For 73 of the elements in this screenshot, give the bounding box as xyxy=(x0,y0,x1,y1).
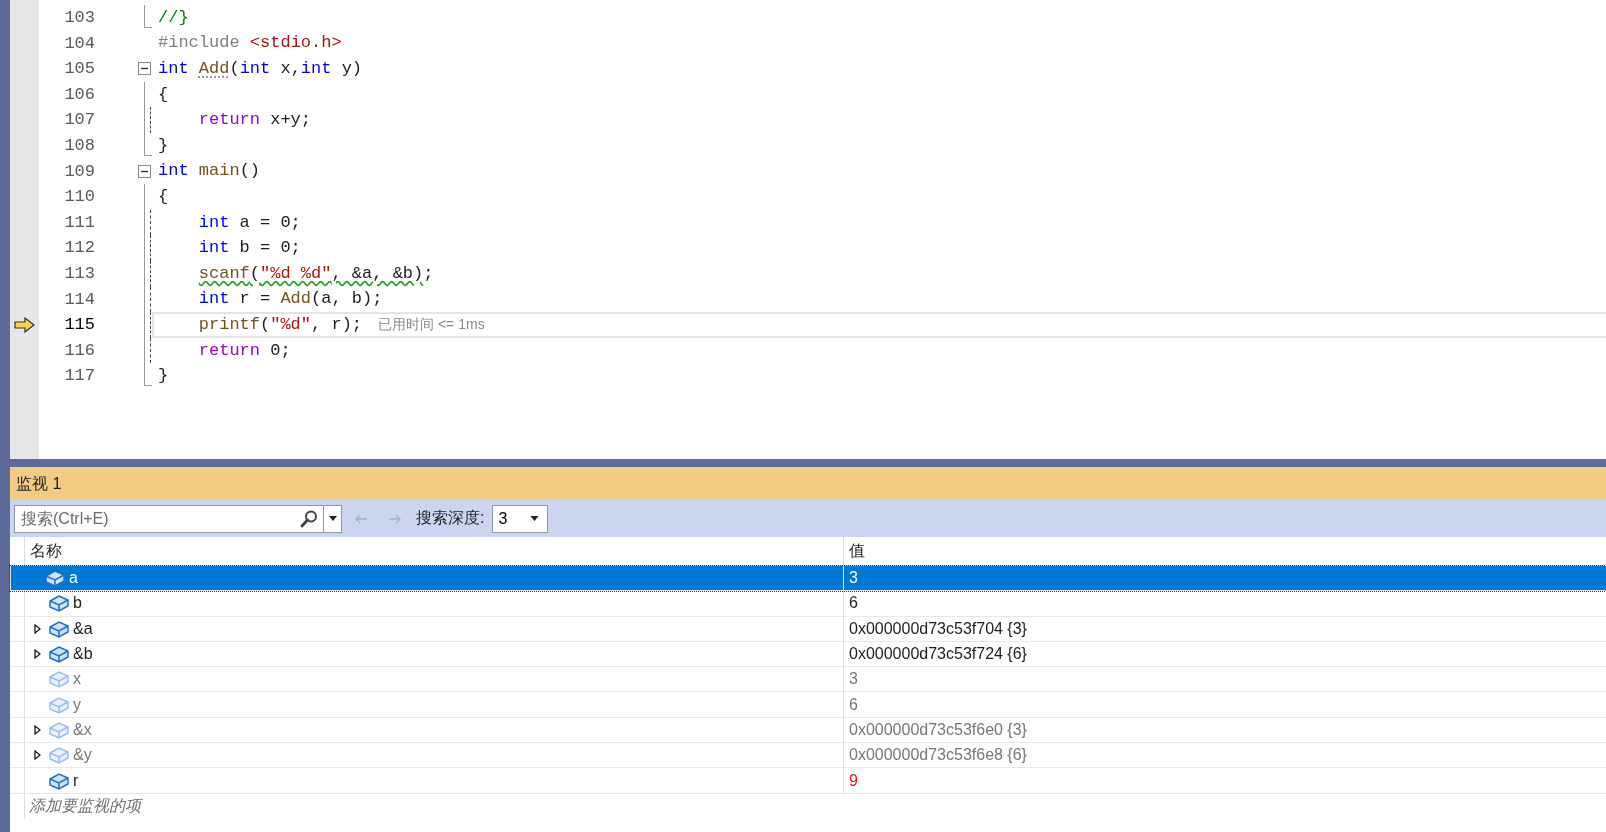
search-depth-dropdown[interactable]: 3 xyxy=(492,504,549,533)
line-number: 117 xyxy=(63,365,95,388)
variable-name: x xyxy=(73,670,81,689)
code-line: int a = 0; xyxy=(197,211,301,234)
code-line: #include <stdio.h> xyxy=(158,32,342,55)
line-number: 108 xyxy=(63,134,95,157)
search-depth-label: 搜索深度: xyxy=(416,508,485,528)
variable-name: &y xyxy=(73,746,92,765)
line-number: 105 xyxy=(63,58,95,81)
variable-value: 0x000000d73c53f724 {6} xyxy=(843,641,1606,667)
variable-value: 0x000000d73c53f6e8 {6} xyxy=(843,743,1606,768)
code-line: scanf("%d %d", &a, &b); xyxy=(197,262,434,285)
watch-row[interactable]: y 6 xyxy=(10,692,1606,718)
collapse-icon[interactable] xyxy=(138,62,151,76)
line-number: 110 xyxy=(63,186,95,209)
variable-value: 6 xyxy=(843,591,1606,616)
watch-row[interactable]: a 3 xyxy=(10,566,1606,592)
code-line: return x+y; xyxy=(197,109,312,132)
variable-name: a xyxy=(69,569,78,588)
watch-row[interactable]: &x 0x000000d73c53f6e0 {3} xyxy=(10,717,1606,744)
watch-row[interactable]: b 6 xyxy=(10,591,1606,617)
line-number: 111 xyxy=(63,211,95,234)
line-number: 106 xyxy=(63,83,95,106)
variable-name: r xyxy=(73,771,79,790)
line-number: 113 xyxy=(63,262,95,285)
variable-name: &x xyxy=(73,720,92,739)
code-line: int b = 0; xyxy=(197,237,301,260)
line-number: 114 xyxy=(63,288,95,311)
expand-icon[interactable] xyxy=(33,623,41,634)
line-number: 116 xyxy=(63,339,95,362)
code-line: int main() xyxy=(158,160,261,183)
watch-row[interactable]: &a 0x000000d73c53f704 {3} xyxy=(10,616,1606,642)
add-watch-placeholder[interactable]: 添加要监视的项 xyxy=(29,795,141,817)
variable-value: 0x000000d73c53f704 {3} xyxy=(843,616,1606,641)
variable-name: y xyxy=(73,695,81,714)
search-field[interactable]: 搜索(Ctrl+E) xyxy=(14,504,324,533)
watch-row[interactable]: &b 0x000000d73c53f724 {6} xyxy=(10,641,1606,668)
variable-name: b xyxy=(73,594,82,613)
line-number: 109 xyxy=(63,160,95,183)
code-line: } xyxy=(158,365,169,388)
code-line: { xyxy=(158,83,169,106)
search-icon xyxy=(299,508,319,529)
code-line: return 0; xyxy=(197,339,291,362)
collapse-icon[interactable] xyxy=(138,164,151,178)
variable-name: &a xyxy=(73,619,93,638)
line-number: 112 xyxy=(63,237,95,260)
code-line: int r = Add(a, b); xyxy=(197,288,383,311)
variable-name: &b xyxy=(73,645,93,664)
watch-row[interactable]: r 9 xyxy=(10,768,1606,794)
watch-row[interactable]: &y 0x000000d73c53f6e8 {6} xyxy=(10,743,1606,769)
line-number: 107 xyxy=(63,109,95,132)
watch-panel-title: 监视 1 xyxy=(10,467,1606,500)
variable-value: 9 xyxy=(843,768,1606,793)
variable-value: 6 xyxy=(843,692,1606,717)
code-line: int Add(int x,int y) xyxy=(158,58,363,80)
caret-icon xyxy=(530,516,540,521)
line-number: 103 xyxy=(63,7,95,29)
watch-row[interactable]: x 3 xyxy=(10,667,1606,693)
code-line: { xyxy=(158,185,169,208)
caret-icon xyxy=(328,516,337,521)
expand-icon[interactable] xyxy=(33,649,41,660)
expand-icon[interactable] xyxy=(33,750,41,761)
variable-value: 0x000000d73c53f6e0 {3} xyxy=(843,717,1606,743)
variable-value: 3 xyxy=(843,667,1606,692)
code-line: //} xyxy=(158,6,189,29)
line-number: 115 xyxy=(63,314,95,337)
line-number: 104 xyxy=(63,32,95,55)
elapsed-time-hint: 已用时间 <= 1ms xyxy=(378,315,485,335)
search-dropdown-button[interactable] xyxy=(324,504,342,533)
variable-value: 3 xyxy=(843,566,1606,591)
code-line: } xyxy=(158,134,169,157)
code-line: printf("%d", r); xyxy=(197,313,363,336)
expand-icon[interactable] xyxy=(33,724,41,735)
